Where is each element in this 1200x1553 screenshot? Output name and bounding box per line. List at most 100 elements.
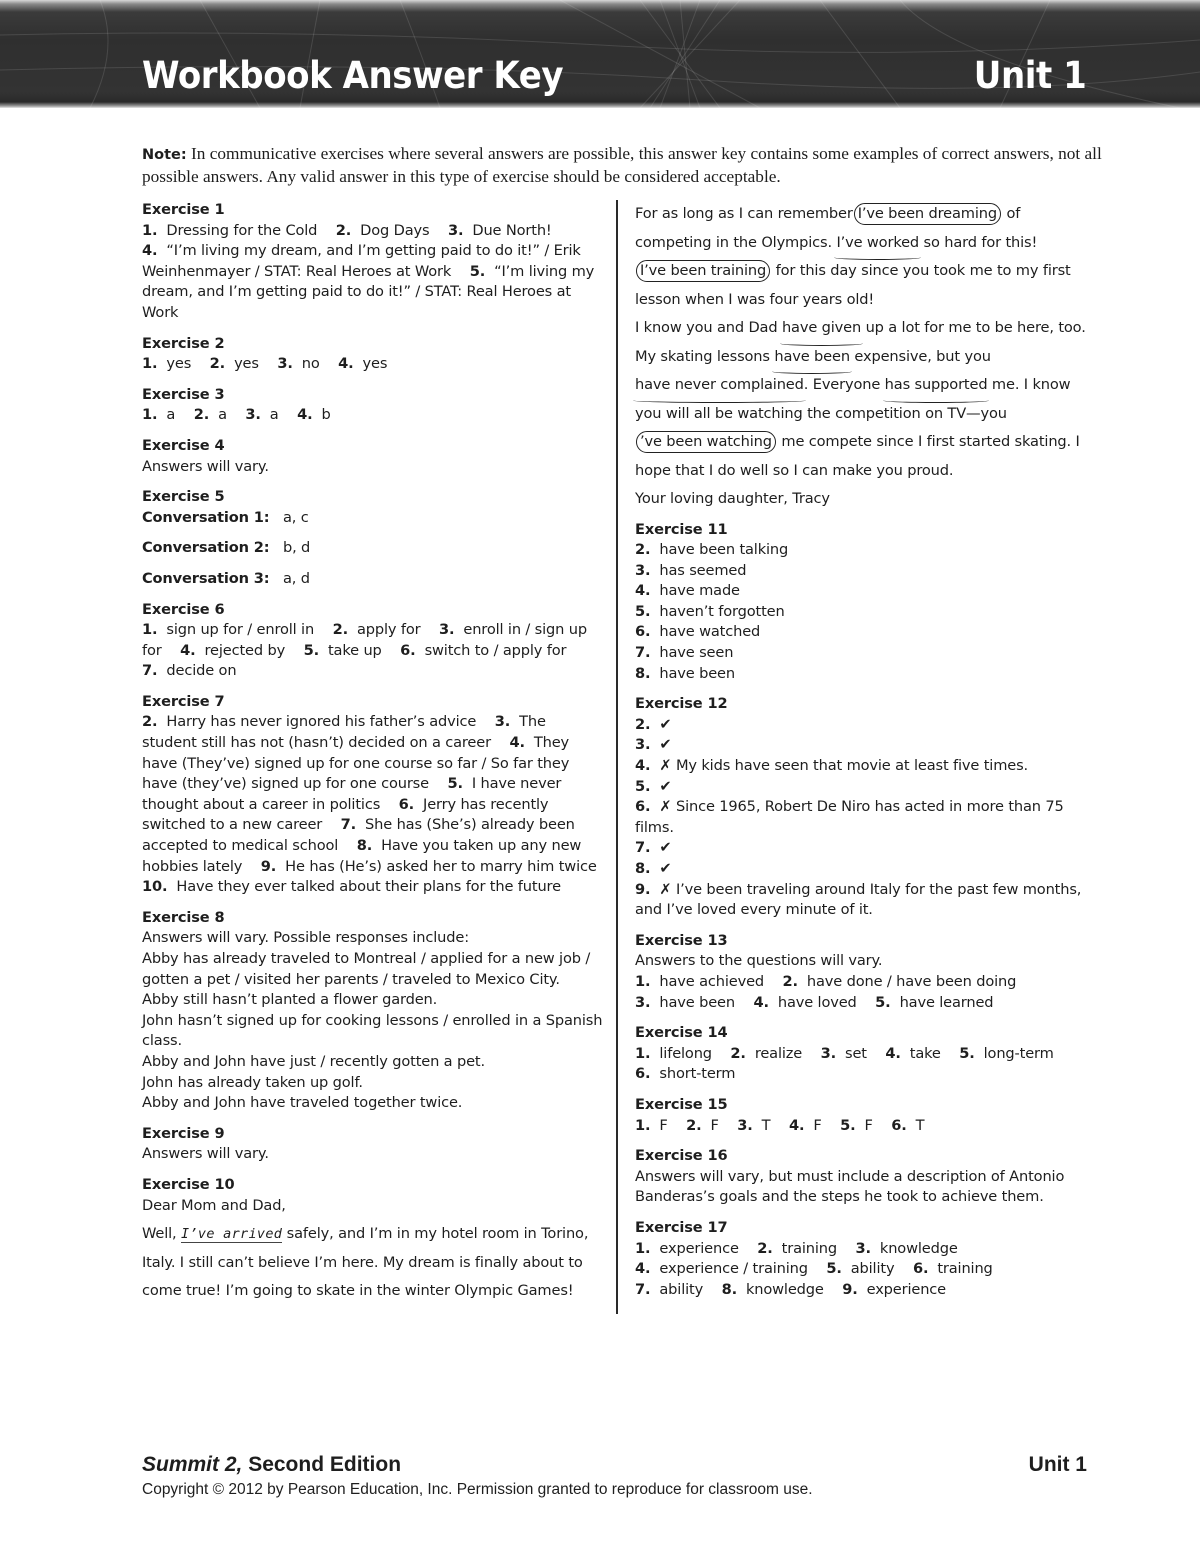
letter-text: . Everyone (803, 376, 885, 393)
item-number: 2. (335, 221, 352, 239)
item-number: 5. (635, 602, 651, 620)
item-number: 6. (635, 623, 651, 641)
answer-item: 9. ✗ I’ve been traveling around Italy fo… (635, 880, 1100, 921)
exercise-10: Exercise 10 Dear Mom and Dad, Well, I’ve… (142, 1175, 604, 1306)
exercise-line: Abby has already traveled to Montreal / … (142, 950, 591, 988)
item-answer: decide on (166, 662, 237, 680)
exercise-title: Exercise 9 (142, 1124, 225, 1142)
exercise-answers: 1. a 2. a 3. a 4. b (142, 405, 604, 426)
item-answer: no (301, 355, 320, 373)
item-number: 4. (753, 993, 769, 1011)
item-number: 2. (209, 355, 226, 373)
item-number: 3. (820, 1044, 837, 1062)
exercise-title: Exercise 13 (635, 931, 728, 949)
item-answer: experience (659, 1239, 739, 1257)
item-answer: take (909, 1044, 941, 1062)
exercise-title: Exercise 11 (635, 520, 728, 538)
checkmark-icon: ✔ (659, 777, 672, 795)
letter-text: For as long as I can remember (635, 205, 853, 222)
exercise-title: Exercise 2 (142, 334, 225, 352)
item-number: 2. (730, 1044, 746, 1062)
circled-answer: I’ve been dreaming (853, 203, 1001, 225)
exercise-text: Answers will vary, but must include a de… (635, 1167, 1065, 1206)
underlined-answer: has supported (882, 371, 990, 402)
answer-item: 5. haven’t forgotten (635, 602, 1100, 623)
exercise-4: Exercise 4 Answers will vary. (142, 436, 604, 477)
item-number: 3. (494, 713, 511, 731)
note-paragraph: Note: In communicative exercises where s… (142, 143, 1102, 187)
exercise-answers: 2. Harry has never ignored his father’s … (142, 712, 604, 897)
item-number: 5. (875, 993, 891, 1011)
item-answer: have been (659, 664, 735, 682)
exercise-14: Exercise 14 1. lifelong 2. realize 3. se… (635, 1023, 1100, 1085)
item-answer: T (915, 1116, 925, 1134)
item-answer: F (659, 1116, 668, 1134)
item-number: 5. (826, 1260, 842, 1278)
book-edition: Second Edition (242, 1453, 402, 1476)
exercise-title: Exercise 1 (142, 201, 225, 218)
exercise-title: Exercise 10 (142, 1175, 235, 1193)
item-number: 3. (855, 1239, 872, 1257)
answer-item: 2. have been talking (635, 540, 1100, 561)
underlined-answer: have never complained (633, 371, 806, 402)
letter-closing: Your loving daughter, Tracy (635, 490, 830, 507)
answer-item: 3. ✔ (635, 735, 1100, 756)
item-number: 4. (635, 757, 651, 775)
item-number: 7. (142, 662, 158, 680)
item-answer: He has (He’s) asked her to marry him twi… (285, 857, 597, 875)
item-number: 7. (635, 839, 651, 857)
item-number: 2. (757, 1239, 773, 1257)
answer-item: 5. ✔ (635, 777, 1100, 798)
item-answer: F (710, 1116, 719, 1134)
letter-paragraph: I know you and Dad have given up a lot f… (633, 314, 1100, 485)
item-answer: a (218, 406, 227, 424)
answer-row: 6. short-term (635, 1064, 1100, 1085)
item-number: 3. (447, 221, 464, 239)
exercise-8: Exercise 8 Answers will vary. Possible r… (142, 908, 604, 1114)
left-column: Exercise 1 1. Dressing for the Cold 2. D… (142, 200, 604, 1316)
page-title: Workbook Answer Key (142, 54, 564, 97)
item-number: 9. (260, 857, 277, 875)
item-answer: F (813, 1116, 822, 1134)
item-number: 8. (356, 837, 373, 855)
item-number: 8. (635, 664, 651, 682)
item-answer: knowledge (879, 1239, 958, 1257)
letter-text: I know you and Dad (635, 319, 782, 336)
answer-item: 8. have been (635, 664, 1100, 685)
book-title-italic: Summit 2, (142, 1453, 243, 1476)
item-number: 4. (338, 355, 354, 373)
item-answer: long-term (983, 1044, 1054, 1062)
letter-text: expensive, but you (849, 347, 991, 365)
item-answer: training (781, 1239, 838, 1257)
item-answer: knowledge (745, 1280, 824, 1298)
item-answer: yes (234, 355, 259, 373)
item-answer: have loved (777, 993, 857, 1011)
item-number: 1. (635, 1116, 651, 1134)
exercise-line: Abby still hasn’t planted a flower garde… (142, 991, 438, 1009)
exercise-line: Answers will vary. Possible responses in… (142, 929, 469, 947)
item-answer: haven’t forgotten (659, 602, 785, 620)
item-number: 5. (303, 641, 320, 659)
item-answer: ability (659, 1280, 704, 1298)
item-answer: My kids have seen that movie at least fi… (675, 757, 1029, 775)
item-answer: experience (866, 1280, 947, 1298)
exercise-text: Answers will vary. (142, 1145, 269, 1163)
item-answer: take up (327, 641, 382, 659)
answer-row: 1. F 2. F 3. T 4. F 5. F 6. T (635, 1116, 1100, 1137)
exercise-title: Exercise 6 (142, 600, 225, 618)
item-number: 3. (245, 406, 261, 424)
conversation-label: Conversation 3: (142, 569, 270, 587)
item-answer: sign up for / enroll in (166, 621, 315, 639)
exercise-7: Exercise 7 2. Harry has never ignored hi… (142, 692, 604, 898)
exercise-3: Exercise 3 1. a 2. a 3. a 4. b (142, 385, 604, 426)
answer-row: 1. lifelong 2. realize 3. set 4. take 5.… (635, 1044, 1100, 1065)
item-answer: b (321, 406, 331, 424)
footer-unit-label: Unit 1 (1028, 1453, 1087, 1476)
item-number: 1. (142, 406, 158, 424)
exercise-title: Exercise 8 (142, 908, 225, 926)
exercise-1: Exercise 1 1. Dressing for the Cold 2. D… (142, 200, 604, 324)
item-number: 6. (891, 1116, 907, 1134)
exercise-13: Exercise 13 Answers to the questions wil… (635, 931, 1100, 1013)
conversation-value: a, d (282, 569, 310, 587)
column-divider (616, 200, 618, 1314)
